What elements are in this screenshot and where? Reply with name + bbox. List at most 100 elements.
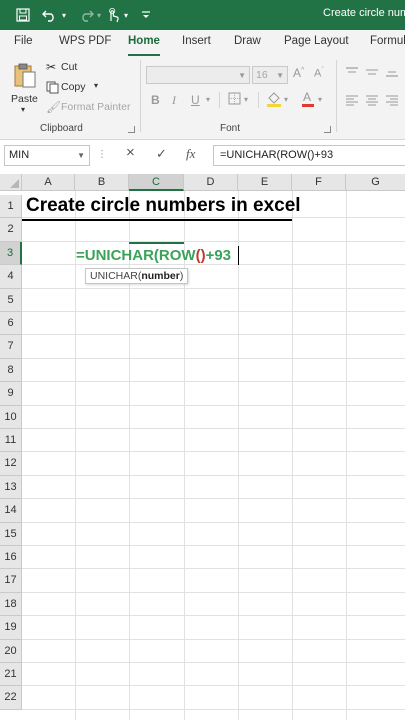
name-box-dropdown-icon[interactable]: ▼ [77,151,85,160]
cell-edit-formula[interactable]: =UNICHAR(ROW()+93 [76,247,231,264]
row-header[interactable]: 18 [0,592,22,617]
redo-icon[interactable] [76,6,96,24]
row-header[interactable]: 15 [0,522,22,546]
row-header[interactable]: 12 [0,452,22,476]
paste-button[interactable]: Paste ▾ [10,60,40,116]
tab-file[interactable]: File [14,35,33,47]
formula-input[interactable]: =UNICHAR(ROW()+93 [213,145,405,166]
fill-color-dropdown-icon[interactable]: ▾ [284,95,288,104]
formula-part: +93 [205,247,232,264]
title-bar: ▾ ▾ ▾ Create circle numb [0,0,405,30]
tab-home[interactable]: Home [128,35,160,47]
grid-line [346,191,347,720]
clipboard-dialog-launcher-icon[interactable] [128,126,135,133]
tab-insert[interactable]: Insert [182,35,211,47]
column-header-d[interactable]: D [184,174,238,191]
row-header[interactable]: 9 [0,382,22,406]
row-header[interactable]: 11 [0,429,22,453]
bold-button[interactable]: B [151,93,160,107]
redo-dropdown-icon[interactable]: ▾ [94,6,104,24]
save-icon[interactable] [14,6,32,24]
underline-dropdown-icon[interactable]: ▾ [206,95,210,104]
font-dialog-launcher-icon[interactable] [324,126,331,133]
increase-font-size-icon[interactable]: A^ [293,66,304,80]
row-header[interactable]: 22 [0,686,22,710]
align-middle-icon[interactable] [365,66,379,81]
cut-button[interactable]: ✂ Cut [46,60,106,76]
align-top-icon[interactable] [345,66,359,81]
undo-dropdown-icon[interactable]: ▾ [59,6,69,24]
column-header-b[interactable]: B [75,174,129,191]
paste-dropdown-icon[interactable]: ▾ [21,105,25,114]
copy-dropdown-icon[interactable]: ▾ [94,81,98,90]
cancel-icon[interactable]: × [126,144,135,161]
fill-color-icon[interactable] [266,90,282,110]
row-header[interactable]: 3 [0,241,22,266]
align-bottom-icon[interactable] [385,66,399,81]
copy-button[interactable]: Copy ▾ [46,80,116,96]
tab-formulas[interactable]: Formul [370,35,405,47]
tooltip-function: UNICHAR( [90,270,142,282]
grid-line [22,638,405,640]
font-size-dropdown-icon[interactable]: ▼ [276,71,284,80]
name-box[interactable]: MIN ▼ [4,145,90,166]
row-header[interactable]: 13 [0,475,22,500]
font-name-box[interactable]: ▼ [146,66,250,84]
format-painter-button[interactable]: 🖌 Format Painter [46,100,136,116]
row-header[interactable]: 7 [0,335,22,359]
column-header-f[interactable]: F [292,174,346,191]
formula-bar: MIN ▼ ⋮ × ✓ fx =UNICHAR(ROW()+93 [0,140,405,172]
row-header[interactable]: 16 [0,546,22,570]
clipboard-group-label: Clipboard [40,123,83,134]
function-tooltip[interactable]: UNICHAR(number) [85,268,189,284]
insert-function-button[interactable]: fx [186,146,195,162]
column-header-c[interactable]: C [129,174,184,191]
underline-button[interactable]: U [191,93,200,107]
row-header[interactable]: 17 [0,569,22,593]
align-right-icon[interactable] [385,94,399,109]
grid-line [22,708,405,710]
tab-page-layout[interactable]: Page Layout [284,35,349,47]
row-header[interactable]: 10 [0,405,22,429]
grid-line [22,591,405,593]
decrease-font-size-icon[interactable]: Aˇ [314,67,324,80]
borders-icon[interactable] [228,92,241,108]
customize-quick-access-icon[interactable] [140,6,152,24]
font-name-dropdown-icon[interactable]: ▼ [238,71,246,80]
row-header[interactable]: 8 [0,358,22,383]
row-header[interactable]: 1 [0,195,22,219]
row-header[interactable]: 6 [0,312,22,336]
italic-button[interactable]: I [172,93,176,108]
row-header[interactable]: 2 [0,218,22,242]
tab-draw[interactable]: Draw [234,35,261,47]
name-box-value: MIN [9,149,30,161]
row-header[interactable]: 21 [0,663,22,687]
align-center-icon[interactable] [365,94,379,109]
row-header[interactable]: 19 [0,616,22,640]
worksheet-grid[interactable]: A B C D E F G 1 2 3 4 5 6 7 8 9 10 11 12 13 14 15 16 17 1… [0,172,405,720]
tab-wps-pdf[interactable]: WPS PDF [59,35,111,47]
enter-icon[interactable]: ✓ [156,146,167,162]
row-header[interactable]: 4 [0,265,22,289]
grid-line [22,662,405,663]
grid-line [22,498,405,500]
title-cell-text: Create circle numbers in excel [26,195,301,216]
row-header[interactable]: 20 [0,639,22,663]
row-header[interactable]: 14 [0,499,22,523]
tooltip-argument: number [141,270,180,282]
align-left-icon[interactable] [345,94,359,109]
font-color-dropdown-icon[interactable]: ▾ [318,95,322,104]
touch-dropdown-icon[interactable]: ▾ [121,6,131,24]
undo-icon[interactable] [40,6,60,24]
column-header-a[interactable]: A [22,174,75,191]
borders-dropdown-icon[interactable]: ▾ [244,95,248,104]
row-header[interactable]: 5 [0,288,22,312]
font-color-icon[interactable]: A [301,90,315,110]
column-header-e[interactable]: E [238,174,292,191]
grid-line [22,474,405,476]
formula-bar-menu-icon[interactable]: ⋮ [97,149,107,160]
column-header-g[interactable]: G [346,174,405,191]
touch-mode-icon[interactable] [104,6,122,24]
font-size-box[interactable]: 16 ▼ [252,66,288,84]
select-all-button[interactable] [0,174,22,191]
